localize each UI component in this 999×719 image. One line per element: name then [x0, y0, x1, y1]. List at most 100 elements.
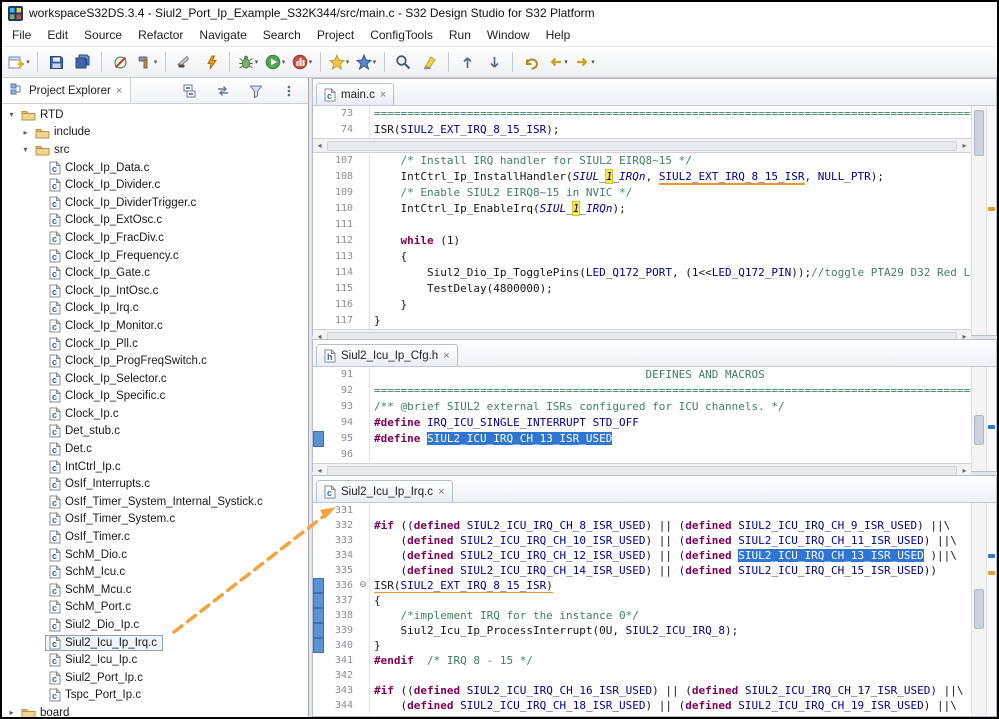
vertical-scrollbar[interactable] — [971, 367, 986, 471]
menu-run[interactable]: Run — [441, 25, 479, 45]
view-close-icon[interactable]: × — [116, 85, 122, 97]
scroll-left-icon[interactable]: ◂ — [313, 141, 326, 150]
vertical-scrollbar[interactable] — [971, 106, 986, 335]
tab-close-icon[interactable]: × — [380, 89, 386, 101]
tree-item-schm-icu-c[interactable]: cSchM_Icu.c — [2, 563, 308, 581]
scroll-right-icon[interactable]: ▸ — [958, 141, 971, 150]
link-editor-button[interactable] — [210, 79, 236, 103]
tree-item-schm-port-c[interactable]: cSchM_Port.c — [2, 599, 308, 617]
collapsed-arrow-icon[interactable]: ▸ — [6, 708, 17, 717]
save-all-button[interactable] — [70, 50, 96, 74]
tree-item-siul2-icu-ip-irq-c[interactable]: cSiul2_Icu_Ip_Irq.c — [2, 634, 308, 652]
menu-navigate[interactable]: Navigate — [191, 25, 254, 45]
tree-item-rtd[interactable]: ▾RTD — [2, 106, 308, 124]
menu-project[interactable]: Project — [309, 25, 362, 45]
profile-button[interactable]: ▾ — [289, 50, 315, 74]
highlight-button[interactable] — [417, 50, 443, 74]
expanded-arrow-icon[interactable]: ▾ — [20, 145, 31, 154]
tree-item-tspc-port-ip-c[interactable]: cTspc_Port_Ip.c — [2, 687, 308, 705]
menu-source[interactable]: Source — [76, 25, 130, 45]
tree-item-siul2-dio-ip-c[interactable]: cSiul2_Dio_Ip.c — [2, 616, 308, 634]
tree-item-clock-ip-dividertrigger-c[interactable]: cClock_Ip_DividerTrigger.c — [2, 194, 308, 212]
save-button[interactable] — [43, 50, 69, 74]
tree-item-clock-ip-divider-c[interactable]: cClock_Ip_Divider.c — [2, 176, 308, 194]
tree-item-osif-interrupts-c[interactable]: cOsIf_Interrupts.c — [2, 475, 308, 493]
tree-item-siul2-port-ip-c[interactable]: cSiul2_Port_Ip.c — [2, 669, 308, 687]
scrollbar-thumb[interactable] — [974, 110, 984, 156]
dropdown-arrow-icon: ▾ — [346, 58, 350, 66]
code-area[interactable]: 91 DEFINES AND MACROS92=================… — [313, 367, 971, 463]
tree-item-intctrl-ip-c[interactable]: cIntCtrl_Ip.c — [2, 458, 308, 476]
menu-search[interactable]: Search — [255, 25, 309, 45]
tree-item-osif-timer-system-internal-systick-c[interactable]: cOsIf_Timer_System_Internal_Systick.c — [2, 493, 308, 511]
tree-item-src[interactable]: ▾src — [2, 141, 308, 159]
menu-file[interactable]: File — [4, 25, 39, 45]
scrollbar-thumb[interactable] — [327, 466, 957, 476]
tree-item-det-c[interactable]: cDet.c — [2, 440, 308, 458]
tree-item-clock-ip-c[interactable]: cClock_Ip.c — [2, 405, 308, 423]
tree-item-clock-ip-frequency-c[interactable]: cClock_Ip_Frequency.c — [2, 247, 308, 265]
tab-close-icon[interactable]: × — [443, 350, 449, 362]
collapsed-arrow-icon[interactable]: ▸ — [20, 128, 31, 137]
project-explorer-tab[interactable]: Project Explorer × — [2, 78, 131, 103]
collapse-all-button[interactable] — [177, 79, 203, 103]
scroll-right-icon[interactable]: ▸ — [958, 466, 971, 475]
debug-button[interactable]: ▾ — [235, 50, 261, 74]
tree-item-board[interactable]: ▸board — [2, 704, 308, 717]
tab-main-c[interactable]: cmain.c× — [316, 83, 394, 105]
tree-item-clock-ip-specific-c[interactable]: cClock_Ip_Specific.c — [2, 388, 308, 406]
build-button[interactable]: ▾ — [134, 50, 160, 74]
tree-item-clock-ip-intosc-c[interactable]: cClock_Ip_IntOsc.c — [2, 282, 308, 300]
tree-item-osif-timer-c[interactable]: cOsIf_Timer.c — [2, 528, 308, 546]
filter-button[interactable] — [243, 79, 269, 103]
tab-siul2-icu-ip-cfg-h[interactable]: hSiul2_Icu_Ip_Cfg.h× — [316, 344, 458, 366]
tree-item-osif-timer-system-c[interactable]: cOsIf_Timer_System.c — [2, 511, 308, 529]
code-area[interactable]: 331332#if ((defined SIUL2_ICU_IRQ_CH_8_I… — [313, 503, 971, 713]
tree-item-clock-ip-selector-c[interactable]: cClock_Ip_Selector.c — [2, 370, 308, 388]
code-area[interactable]: 73======================================… — [313, 106, 971, 138]
tree-item-clock-ip-pll-c[interactable]: cClock_Ip_Pll.c — [2, 335, 308, 353]
tree-item-clock-ip-extosc-c[interactable]: cClock_Ip_ExtOsc.c — [2, 212, 308, 230]
view-menu-button[interactable] — [276, 79, 302, 103]
tree-item-clock-ip-irq-c[interactable]: cClock_Ip_Irq.c — [2, 300, 308, 318]
run-button[interactable]: ▾ — [262, 50, 288, 74]
scrollbar-thumb[interactable] — [974, 415, 984, 445]
tree-item-clock-ip-progfreqswitch-c[interactable]: cClock_Ip_ProgFreqSwitch.c — [2, 352, 308, 370]
back-button[interactable]: ▾ — [545, 50, 571, 74]
tree-item-clock-ip-monitor-c[interactable]: cClock_Ip_Monitor.c — [2, 317, 308, 335]
tree-item-clock-ip-gate-c[interactable]: cClock_Ip_Gate.c — [2, 264, 308, 282]
tree-item-schm-mcu-c[interactable]: cSchM_Mcu.c — [2, 581, 308, 599]
tree-item-schm-dio-c[interactable]: cSchM_Dio.c — [2, 546, 308, 564]
new-button[interactable]: ▾ — [6, 50, 32, 74]
tree-item-clock-ip-data-c[interactable]: cClock_Ip_Data.c — [2, 159, 308, 177]
scroll-left-icon[interactable]: ◂ — [313, 466, 326, 475]
scrollbar-thumb[interactable] — [327, 141, 957, 151]
prev-annotation-button[interactable] — [454, 50, 480, 74]
tab-close-icon[interactable]: × — [438, 486, 444, 498]
horizontal-scrollbar[interactable]: ◂▸ — [313, 138, 971, 153]
skip-breakpoints-button[interactable] — [107, 50, 133, 74]
scrollbar-thumb[interactable] — [974, 589, 984, 629]
tree-item-det-stub-c[interactable]: cDet_stub.c — [2, 423, 308, 441]
tab-siul2-icu-ip-irq-c[interactable]: cSiul2_Icu_Ip_Irq.c× — [316, 480, 453, 502]
next-annotation-button[interactable] — [481, 50, 507, 74]
new-c-wizard-button[interactable]: ▾ — [326, 50, 352, 74]
new-s32-wizard-button[interactable]: ▾ — [353, 50, 379, 74]
menu-window[interactable]: Window — [479, 25, 538, 45]
menu-help[interactable]: Help — [538, 25, 579, 45]
fold-minus-icon[interactable]: ⊖ — [357, 578, 370, 593]
tree-item-siul2-icu-ip-c[interactable]: cSiul2_Icu_Ip.c — [2, 651, 308, 669]
tree-item-clock-ip-fracdiv-c[interactable]: cClock_Ip_FracDiv.c — [2, 229, 308, 247]
tree-item-include[interactable]: ▸include — [2, 124, 308, 142]
forward-button[interactable]: ▾ — [572, 50, 598, 74]
menu-edit[interactable]: Edit — [39, 25, 76, 45]
search-button[interactable] — [390, 50, 416, 74]
menu-configtools[interactable]: ConfigTools — [362, 25, 441, 45]
knife-button[interactable] — [171, 50, 197, 74]
last-edit-button[interactable] — [518, 50, 544, 74]
flash-button[interactable] — [198, 50, 224, 74]
menu-refactor[interactable]: Refactor — [130, 25, 191, 45]
expanded-arrow-icon[interactable]: ▾ — [6, 110, 17, 119]
vertical-scrollbar[interactable] — [971, 503, 986, 716]
code-area[interactable]: 107 /* Install IRQ handler for SIUL2 EIR… — [313, 153, 971, 329]
